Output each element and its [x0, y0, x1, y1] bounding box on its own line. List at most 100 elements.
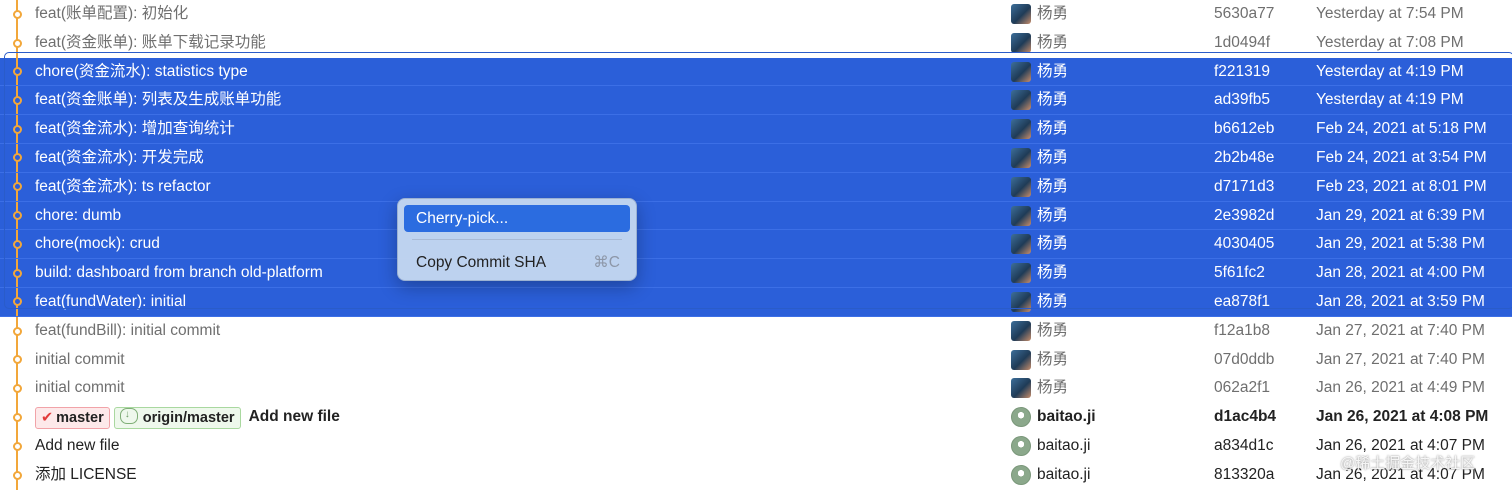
cloud-icon	[119, 405, 138, 425]
commit-row[interactable]: build: dashboard from branch old-platfor…	[0, 259, 1512, 288]
commit-row[interactable]: feat(fundWater): initial 杨勇 ea878f1 Jan 28,…	[0, 287, 1512, 317]
commit-dot-icon	[12, 413, 22, 423]
commit-sha: 07d0ddb	[1214, 350, 1275, 368]
commit-row[interactable]: feat(资金流水): 开发完成 杨勇 2b2b48e Feb 24, 2021 at…	[0, 143, 1512, 173]
branch-badge-origin-master[interactable]: origin/master	[113, 405, 241, 429]
commit-dot-icon	[12, 66, 22, 76]
commit-row[interactable]: feat(资金流水): 增加查询统计 杨勇 b6612eb Feb 24, 2021 …	[0, 115, 1512, 144]
commit-sha: 4030405	[1214, 235, 1275, 253]
graph-lane	[0, 115, 30, 143]
avatar	[1011, 4, 1031, 24]
commit-date: Yesterday at 4:19 PM	[1316, 91, 1464, 109]
commit-dot-icon	[12, 441, 22, 451]
avatar	[1011, 349, 1031, 370]
commit-date: Jan 26, 2021 at 4:49 PM	[1316, 379, 1485, 397]
commit-row[interactable]: chore: dumb 杨勇 2e3982d Jan 29, 2021 at 6:39…	[0, 201, 1512, 231]
commit-dot-icon	[12, 470, 22, 480]
commit-message: feat(资金账单): 账单下载记录功能	[35, 33, 266, 51]
avatar	[1011, 61, 1031, 82]
commit-author: 杨勇	[1037, 206, 1069, 224]
commit-message: chore: dumb	[35, 206, 122, 224]
commit-message: initial commit	[35, 350, 125, 368]
graph-lane	[0, 201, 30, 230]
commit-dot-icon	[12, 239, 22, 249]
commit-author: 杨勇	[1037, 5, 1069, 22]
commit-dot-icon	[12, 124, 22, 134]
commit-message: feat(fundWater): initial	[35, 292, 187, 310]
commit-sha: f221319	[1214, 62, 1271, 80]
commit-date: Feb 23, 2021 at 8:01 PM	[1316, 177, 1487, 195]
copy-commit-sha-label: Copy Commit SHA	[416, 254, 547, 271]
commit-row[interactable]: chore(mock): crud 杨勇 4030405 Jan 29, 2021 a…	[0, 230, 1512, 260]
commit-author: baitao.ji	[1037, 436, 1091, 454]
commit-date: Jan 29, 2021 at 5:38 PM	[1316, 235, 1485, 253]
avatar	[1011, 435, 1031, 456]
commit-dot-icon	[12, 153, 22, 163]
commit-row[interactable]: chore(资金流水): statistics type 杨勇 f221319 Yes…	[0, 57, 1512, 87]
commit-row[interactable]: initial commit 杨勇 07d0ddb Jan 27, 2021 at 7…	[0, 345, 1512, 375]
commit-dot-icon	[12, 297, 22, 307]
avatar	[1011, 119, 1031, 140]
commit-row[interactable]: feat(账单配置): 初始化 杨勇 5630a77 Yesterday at 7:5…	[0, 0, 1512, 29]
commit-message: 添加 LICENSE	[35, 465, 137, 483]
commit-row[interactable]: 添加 LICENSE baitao.ji 813320a Jan 26, 2021 a…	[0, 460, 1512, 490]
commit-dot-icon	[12, 355, 22, 365]
context-menu: Cherry-pick... Copy Commit SHA ⌘C	[397, 198, 637, 281]
graph-lane	[0, 259, 30, 287]
commit-sha: 5f61fc2	[1214, 264, 1265, 282]
commit-message: chore(mock): crud	[35, 235, 160, 253]
commit-author: 杨勇	[1037, 321, 1069, 339]
watermark: @稀土掘金技术社区	[1340, 455, 1476, 472]
commit-sha: 5630a77	[1214, 5, 1275, 22]
cherry-pick-label: Cherry-pick...	[416, 210, 509, 227]
graph-lane	[0, 86, 30, 115]
commit-row[interactable]: feat(资金账单): 列表及生成账单功能 杨勇 ad39fb5 Yesterday …	[0, 86, 1512, 116]
commit-message: feat(账单配置): 初始化	[35, 5, 189, 22]
copy-shortcut-label: ⌘C	[593, 254, 620, 271]
commit-row[interactable]: feat(资金账单): 账单下载记录功能 杨勇 1d0494f Yesterday a…	[0, 28, 1512, 58]
commit-sha: f12a1b8	[1214, 321, 1271, 339]
commit-row[interactable]: initial commit 杨勇 062a2f1 Jan 26, 2021 at 4…	[0, 374, 1512, 404]
commit-message: feat(资金账单): 列表及生成账单功能	[35, 91, 282, 109]
avatar	[1011, 234, 1031, 255]
commit-author: 杨勇	[1037, 148, 1069, 166]
avatar	[1011, 378, 1031, 399]
commit-message: feat(资金流水): 开发完成	[35, 148, 204, 166]
branch-label: origin/master	[142, 409, 235, 426]
graph-lane	[0, 28, 30, 58]
commit-author: 杨勇	[1037, 264, 1069, 282]
avatar	[1011, 320, 1031, 341]
commit-dot-icon	[12, 182, 22, 192]
copy-commit-sha-menu-item[interactable]: Copy Commit SHA ⌘C	[404, 249, 630, 276]
avatar	[1011, 32, 1031, 53]
graph-lane	[0, 0, 30, 29]
commit-list: feat(账单配置): 初始化 杨勇 5630a77 Yesterday at 7:5…	[0, 0, 1512, 490]
graph-lane	[0, 316, 30, 346]
commit-row[interactable]: feat(fundBill): initial commit 杨勇 f12a1b8 J…	[0, 316, 1512, 346]
graph-lane	[0, 460, 30, 490]
commit-author: 杨勇	[1037, 62, 1069, 80]
commit-sha: ad39fb5	[1214, 91, 1271, 109]
branch-label: master	[56, 409, 104, 426]
commit-sha: 813320a	[1214, 465, 1275, 483]
graph-lane	[0, 57, 30, 86]
graph-lane	[0, 345, 30, 375]
commit-row[interactable]: feat(资金流水): ts refactor 杨勇 d7171d3 Feb 23, …	[0, 172, 1512, 202]
commit-author: 杨勇	[1037, 292, 1069, 310]
commit-message: ✔master origin/master Add new file	[35, 403, 340, 432]
graph-lane	[0, 172, 30, 201]
commit-sha: 2e3982d	[1214, 206, 1275, 224]
commit-dot-icon	[12, 95, 22, 105]
commit-author: baitao.ji	[1037, 408, 1096, 426]
commit-row[interactable]: Add new file baitao.ji a834d1c Jan 26, 2021…	[0, 431, 1512, 461]
commit-sha: a834d1c	[1214, 436, 1274, 454]
graph-lane	[0, 403, 30, 432]
commit-date: Jan 28, 2021 at 4:00 PM	[1316, 264, 1485, 282]
commit-author: 杨勇	[1037, 235, 1069, 253]
commit-sha: d7171d3	[1214, 177, 1275, 195]
cherry-pick-menu-item[interactable]: Cherry-pick...	[404, 205, 630, 232]
branch-badge-master[interactable]: ✔ master	[35, 406, 110, 429]
commit-sha: b6612eb	[1214, 120, 1275, 138]
commit-row[interactable]: ✔master origin/master Add new file baitao.j…	[0, 403, 1512, 432]
commit-date: Jan 29, 2021 at 6:39 PM	[1316, 206, 1485, 224]
